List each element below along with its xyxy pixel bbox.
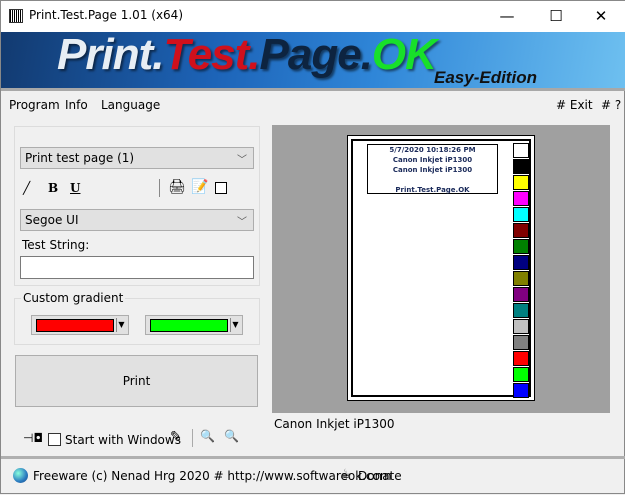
color-swatch [513, 255, 529, 270]
color-swatch [513, 367, 529, 382]
window-title: Print.Test.Page 1.01 (x64) [29, 8, 183, 22]
status-bar: Freeware (c) Nenad Hrg 2020 # http://www… [1, 456, 625, 495]
color-swatch [513, 319, 529, 334]
printer-settings-icon[interactable]: 🖨 [168, 179, 186, 195]
menu-language[interactable]: Language [101, 98, 160, 112]
gradient-color-2[interactable]: ▼ [145, 315, 243, 335]
color-swatch [513, 175, 529, 190]
color-swatch [513, 159, 529, 174]
logo-part: OK [371, 32, 437, 79]
page-select-value: Print test page (1) [25, 151, 135, 165]
title-bar: Print.Test.Page 1.01 (x64) — ☐ ✕ [1, 1, 625, 32]
zoom-in-icon[interactable]: 🔍 [224, 429, 239, 443]
color-swatch [513, 271, 529, 286]
font-select-value: Segoe UI [25, 213, 79, 227]
print-preview: 5/7/2020 10:18:26 PM Canon Inkjet iP1300… [272, 125, 610, 413]
color-swatch [513, 191, 529, 206]
logo: Print.Test.Page.OK [57, 32, 437, 80]
donate-link[interactable]: Donate [358, 469, 402, 483]
page-border: 5/7/2020 10:18:26 PM Canon Inkjet iP1300… [351, 139, 531, 399]
zoom-out-icon[interactable]: 🔍 [200, 429, 215, 443]
edit-icon[interactable]: ✎ [170, 429, 182, 445]
color-swatch [36, 319, 114, 332]
preview-line: Canon Inkjet iP1300 [392, 156, 473, 164]
page-edit-icon[interactable]: 📝 [191, 179, 208, 195]
test-string-label: Test String: [22, 238, 90, 252]
italic-button[interactable]: ╱ [23, 181, 30, 195]
color-swatch [513, 335, 529, 350]
maximize-button[interactable]: ☐ [536, 5, 576, 27]
color-swatch [150, 319, 228, 332]
start-with-windows-checkbox[interactable] [48, 433, 61, 446]
chevron-down-icon: ﹀ [237, 155, 247, 166]
bold-button[interactable]: B [48, 181, 58, 195]
start-with-windows-label[interactable]: Start with Windows [65, 433, 181, 447]
color-swatch [513, 239, 529, 254]
logo-part: Print. [57, 32, 164, 79]
preview-page: 5/7/2020 10:18:26 PM Canon Inkjet iP1300… [347, 135, 535, 401]
toolbar-divider [192, 429, 193, 447]
menu-exit[interactable]: # Exit [556, 98, 593, 112]
color-swatch [513, 143, 529, 158]
color-swatches [513, 143, 530, 399]
menu-info[interactable]: Info [65, 98, 88, 112]
info-box: 5/7/2020 10:18:26 PM Canon Inkjet iP1300… [367, 144, 498, 194]
dropdown-arrow-icon: ▼ [116, 318, 126, 332]
logo-part: Test. [163, 32, 260, 79]
color-swatch [513, 303, 529, 318]
font-select[interactable]: Segoe UI ﹀ [20, 209, 254, 231]
color-swatch [513, 383, 529, 398]
banner: Print.Test.Page.OK Easy-Edition [1, 32, 625, 91]
dropdown-arrow-icon: ▼ [230, 318, 240, 332]
color-swatch [513, 223, 529, 238]
color-swatch [513, 207, 529, 222]
preview-line [368, 175, 497, 185]
color-swatch [513, 287, 529, 302]
menu-help[interactable]: # ? [601, 98, 621, 112]
test-string-input[interactable] [20, 256, 254, 279]
logo-part: Page. [259, 32, 373, 79]
gradient-label: Custom gradient [21, 291, 126, 305]
minimize-button[interactable]: — [487, 5, 527, 27]
close-button[interactable]: ✕ [581, 5, 621, 27]
print-button[interactable]: Print [15, 355, 258, 407]
globe-icon [13, 468, 28, 483]
underline-button[interactable]: U [70, 181, 80, 195]
edition-label: Easy-Edition [434, 68, 537, 87]
pin-icon[interactable]: ⊣◘ [23, 431, 43, 445]
coffee-cup-icon: ☕ [340, 467, 352, 482]
gradient-color-1[interactable]: ▼ [31, 315, 129, 335]
color-swatch [513, 351, 529, 366]
toolbar-divider [159, 179, 160, 197]
website-link[interactable]: Freeware (c) Nenad Hrg 2020 # http://www… [33, 469, 392, 483]
preview-line: 5/7/2020 10:18:26 PM [389, 146, 476, 154]
page-select[interactable]: Print test page (1) ﹀ [20, 147, 254, 169]
blank-page-icon[interactable] [215, 182, 227, 194]
chevron-down-icon: ﹀ [237, 217, 247, 228]
menu-program[interactable]: Program [9, 98, 60, 112]
printer-name: Canon Inkjet iP1300 [274, 417, 395, 431]
preview-line: Print.Test.Page.OK [395, 186, 470, 194]
app-icon [9, 9, 23, 23]
preview-line: Canon Inkjet iP1300 [392, 166, 473, 174]
